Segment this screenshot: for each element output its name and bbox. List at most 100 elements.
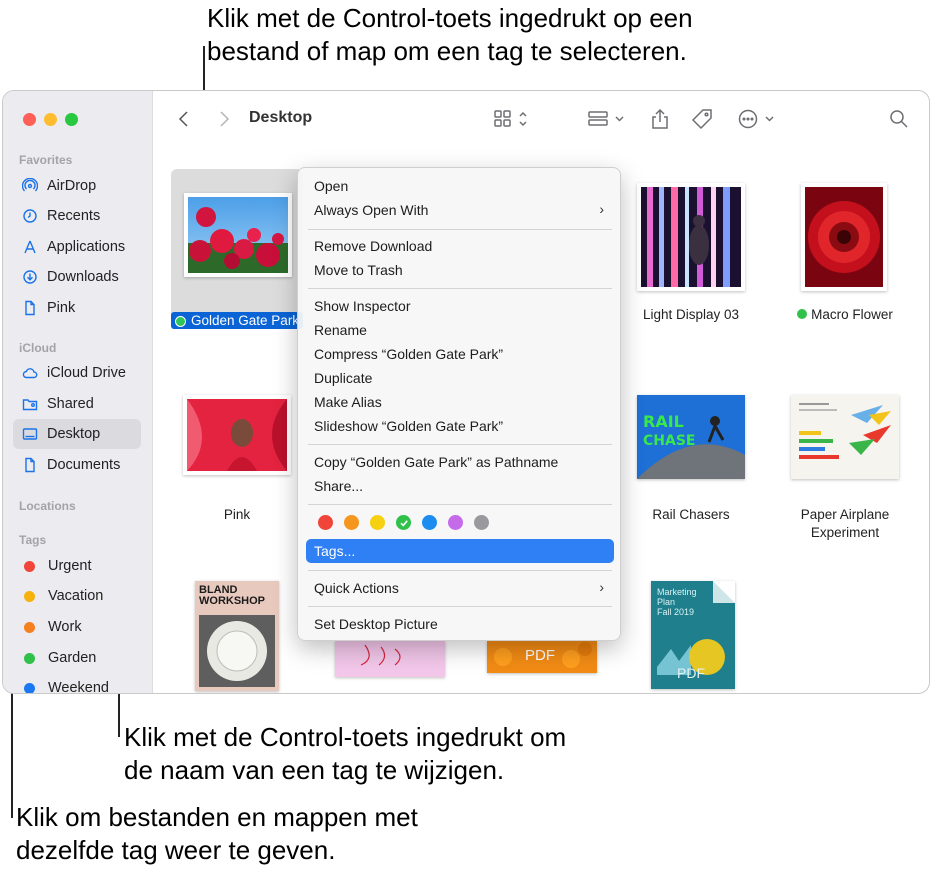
sidebar-tag-weekend[interactable]: Weekend xyxy=(13,673,141,693)
sidebar: Favorites AirDrop Recents Applications D… xyxy=(3,91,153,693)
menu-item-rename[interactable]: Rename xyxy=(314,322,367,338)
menu-item-share[interactable]: Share... xyxy=(314,478,363,494)
file-name-selected[interactable]: Golden Gate Park xyxy=(171,312,304,329)
sidebar-section-favorites: Favorites xyxy=(19,153,73,167)
checkmark-icon xyxy=(399,519,408,527)
minimize-window-button[interactable] xyxy=(44,113,57,126)
sidebar-item-label: Applications xyxy=(47,239,126,255)
menu-item-show-inspector[interactable]: Show Inspector xyxy=(314,298,411,314)
sidebar-item-downloads[interactable]: Downloads xyxy=(13,262,141,292)
menu-item-copy-pathname[interactable]: Copy “Golden Gate Park” as Pathname xyxy=(314,454,558,470)
macro-flower-thumbnail xyxy=(801,183,887,291)
sidebar-item-documents[interactable]: Documents xyxy=(13,450,141,480)
callout-top-line-1: Klik met de Control-toets ingedrukt op e… xyxy=(207,3,693,33)
callout-top-line-2: bestand of map om een tag te selecteren. xyxy=(207,36,687,66)
share-button[interactable] xyxy=(648,105,672,133)
menu-item-remove-download[interactable]: Remove Download xyxy=(314,238,432,254)
sidebar-tag-vacation[interactable]: Vacation xyxy=(13,581,141,611)
file-name: Pink xyxy=(223,507,251,522)
menu-item-set-desktop-picture[interactable]: Set Desktop Picture xyxy=(314,616,438,632)
callout-bottom-line-2: dezelfde tag weer te geven. xyxy=(16,835,336,865)
golden-gate-thumbnail xyxy=(184,193,292,277)
sidebar-tag-garden[interactable]: Garden xyxy=(13,643,141,673)
svg-text:RAIL: RAIL xyxy=(643,412,684,431)
sidebar-tag-work[interactable]: Work xyxy=(13,612,141,642)
tag-dot-icon xyxy=(24,652,35,664)
file-golden-gate-park[interactable]: Golden Gate Park xyxy=(171,169,304,329)
tag-swatch-yellow[interactable] xyxy=(370,515,385,530)
tag-swatch-blue[interactable] xyxy=(422,515,437,530)
file-marketing-plan[interactable]: Marketing Plan Fall 2019 PDF xyxy=(649,579,739,691)
chevron-left-icon xyxy=(178,111,188,127)
sidebar-item-applications[interactable]: Applications xyxy=(13,232,141,262)
zoom-window-button[interactable] xyxy=(65,113,78,126)
menu-item-tags[interactable]: Tags... xyxy=(314,543,355,559)
file-rail-chasers[interactable]: RAIL CHASE Rail Chasers xyxy=(631,391,751,531)
menu-item-always-open-with[interactable]: Always Open With xyxy=(314,202,428,218)
file-pink[interactable]: Pink xyxy=(177,391,297,531)
marketing-title-1: Marketing xyxy=(657,587,697,597)
file-oranges-pdf[interactable]: PDF xyxy=(487,641,599,677)
marketing-title-3: Fall 2019 xyxy=(657,607,695,617)
tag-swatch-gray[interactable] xyxy=(474,515,489,530)
menu-separator xyxy=(308,606,612,607)
submenu-chevron-icon: › xyxy=(599,579,604,595)
sidebar-tag-label: Urgent xyxy=(48,558,92,574)
menu-item-open[interactable]: Open xyxy=(314,178,348,194)
menu-item-slideshow[interactable]: Slideshow “Golden Gate Park” xyxy=(314,418,503,434)
file-name-line-1: Paper Airplane xyxy=(800,507,890,522)
sidebar-item-label: AirDrop xyxy=(47,178,97,194)
context-menu: Open Always Open With › Remove Download … xyxy=(297,167,621,641)
finder-window: Favorites AirDrop Recents Applications D… xyxy=(2,90,930,694)
sidebar-item-shared[interactable]: Shared xyxy=(13,389,141,419)
menu-item-quick-actions[interactable]: Quick Actions xyxy=(314,580,399,596)
share-icon xyxy=(652,108,668,129)
tag-dot-icon xyxy=(24,621,35,633)
close-window-button[interactable] xyxy=(23,113,36,126)
menu-separator xyxy=(308,444,612,445)
tag-swatch-orange[interactable] xyxy=(344,515,359,530)
tag-swatch-red[interactable] xyxy=(318,515,333,530)
sidebar-item-icloud-drive[interactable]: iCloud Drive xyxy=(13,358,141,388)
menu-item-duplicate[interactable]: Duplicate xyxy=(314,370,372,386)
light-display-thumbnail xyxy=(637,183,745,291)
menu-item-compress[interactable]: Compress “Golden Gate Park” xyxy=(314,346,503,362)
sidebar-item-label: iCloud Drive xyxy=(47,365,126,381)
sidebar-item-desktop[interactable]: Desktop xyxy=(13,419,141,449)
forward-button[interactable] xyxy=(213,105,235,133)
applications-icon xyxy=(21,238,39,256)
sidebar-item-airdrop[interactable]: AirDrop xyxy=(13,171,141,201)
sidebar-item-recents[interactable]: Recents xyxy=(13,201,141,231)
file-pink-sketch[interactable] xyxy=(335,641,447,677)
sidebar-tag-urgent[interactable]: Urgent xyxy=(13,551,141,581)
oranges-pdf-thumbnail: PDF xyxy=(487,641,597,673)
cloud-icon xyxy=(21,364,39,382)
tag-dot-icon xyxy=(24,560,35,572)
tags-button[interactable] xyxy=(689,105,715,133)
menu-item-make-alias[interactable]: Make Alias xyxy=(314,394,382,410)
view-mode-button[interactable] xyxy=(491,105,535,133)
search-button[interactable] xyxy=(887,105,911,133)
sidebar-item-label: Documents xyxy=(47,457,121,473)
file-name-line-2: Experiment xyxy=(810,525,880,540)
back-button[interactable] xyxy=(173,105,195,133)
file-bland-workshop[interactable]: BLAND WORKSHOP xyxy=(193,579,283,693)
file-macro-flower[interactable]: Macro Flower xyxy=(785,181,905,331)
tag-swatch-purple[interactable] xyxy=(448,515,463,530)
pink-thumbnail xyxy=(183,395,291,475)
callout-middle: Klik met de Control-toets ingedrukt om d… xyxy=(124,721,566,787)
more-actions-button[interactable] xyxy=(737,105,779,133)
file-paper-airplane-experiment[interactable]: Paper Airplane Experiment xyxy=(785,391,905,541)
document-icon xyxy=(21,456,39,474)
ellipsis-circle-icon xyxy=(738,109,774,129)
group-icon xyxy=(588,111,624,126)
menu-separator xyxy=(308,229,612,230)
sidebar-item-label: Shared xyxy=(47,396,94,412)
page-curl-icon xyxy=(713,581,735,603)
group-button[interactable] xyxy=(586,105,630,133)
tag-swatch-green[interactable] xyxy=(396,515,411,530)
sidebar-item-pink[interactable]: Pink xyxy=(13,293,141,323)
pdf-badge: PDF xyxy=(525,647,555,664)
menu-item-move-to-trash[interactable]: Move to Trash xyxy=(314,262,403,278)
file-light-display-03[interactable]: Light Display 03 xyxy=(631,181,751,331)
